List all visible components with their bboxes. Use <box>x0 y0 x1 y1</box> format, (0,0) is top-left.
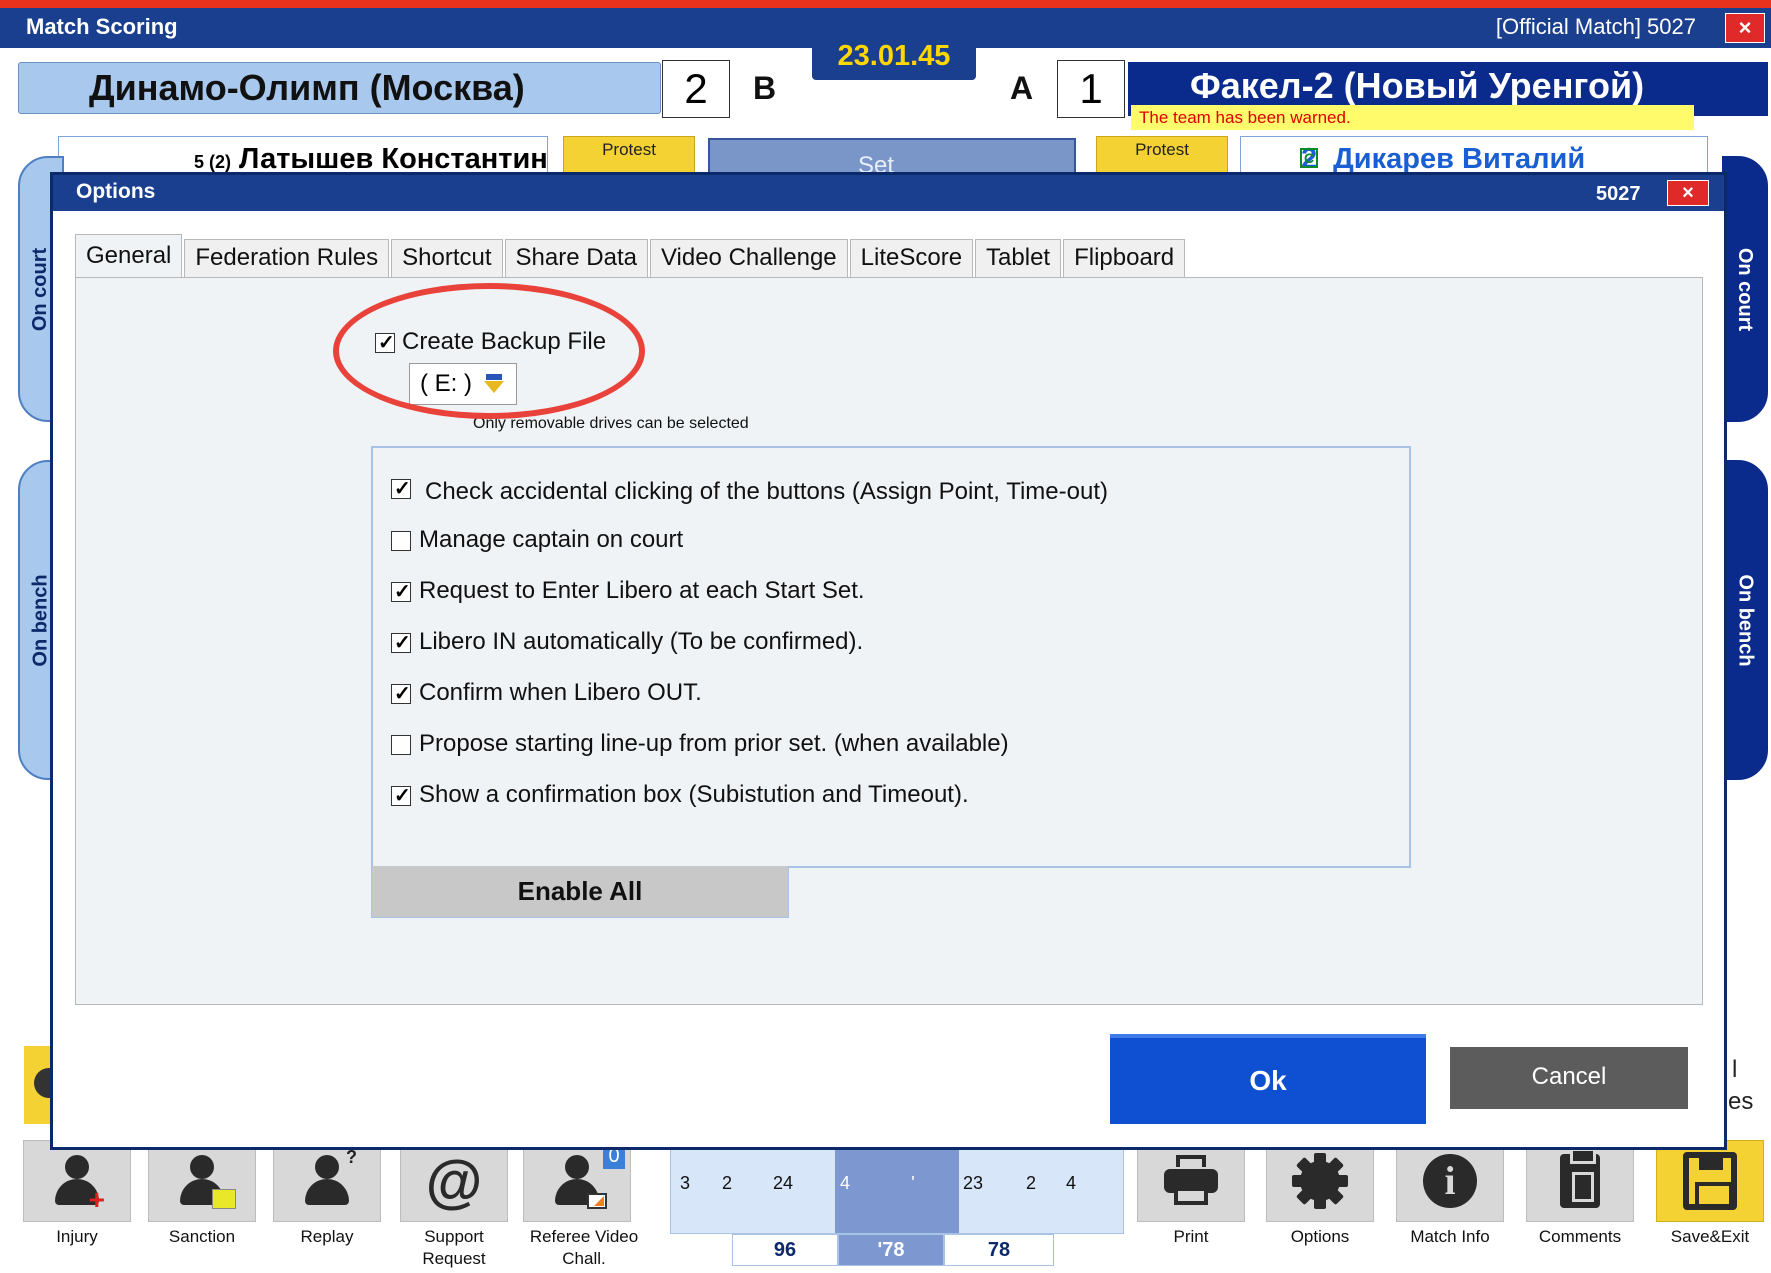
on-bench-label: On bench <box>1734 573 1757 667</box>
team-left-sets-score: 2 <box>662 60 730 118</box>
captain-icon: C <box>1300 148 1318 168</box>
grid-cell: ' <box>911 1173 915 1193</box>
print-label: Print <box>1173 1227 1209 1246</box>
team-right-sets-score: 1 <box>1057 60 1125 118</box>
sanction-label: Sanction <box>168 1227 236 1246</box>
option-label: Confirm when Libero OUT. <box>419 679 702 706</box>
replay-button[interactable]: ? <box>273 1140 381 1222</box>
player-left-number: 5 (2) <box>194 152 232 172</box>
comments-label: Comments <box>1538 1227 1622 1246</box>
tab-federation-rules[interactable]: Federation Rules <box>184 239 390 277</box>
injury-button[interactable]: + <box>23 1140 131 1222</box>
dialog-close-button[interactable]: × <box>1667 180 1709 206</box>
cancel-button[interactable]: Cancel <box>1450 1047 1688 1109</box>
option-checkbox[interactable] <box>391 783 411 808</box>
options-dialog: Options 5027 × General Federation Rules Sh… <box>50 172 1727 1150</box>
score-totals: 96'78 78 <box>732 1234 1054 1266</box>
option-checkbox[interactable] <box>391 681 411 706</box>
annotation-red-circle <box>333 283 645 419</box>
dialog-match-number: 5027 <box>1596 183 1641 205</box>
team-left-side: B <box>753 70 777 106</box>
floppy-disk-icon <box>1683 1152 1737 1210</box>
options-tabs: General Federation Rules Shortcut Share Dat… <box>75 234 1187 278</box>
protest-button-left[interactable]: Protest <box>563 136 695 176</box>
option-label: Propose starting line-up from prior set.… <box>419 730 1009 757</box>
comments-button[interactable] <box>1526 1140 1634 1222</box>
app-close-button[interactable]: × <box>1725 13 1765 43</box>
team-right-side: A <box>1010 70 1034 106</box>
tab-video-challenge[interactable]: Video Challenge <box>649 239 848 277</box>
grid-cell: 3 <box>679 1173 690 1193</box>
grid-cell: 4 <box>1065 1173 1076 1193</box>
dialog-title: Options <box>76 180 156 203</box>
grid-cell: 2 <box>721 1173 732 1193</box>
gear-icon <box>1292 1153 1348 1209</box>
match-info-label: Match Info <box>1410 1227 1490 1246</box>
tab-share-data[interactable]: Share Data <box>504 239 648 277</box>
hidden-button-label-fragment: es <box>1728 1088 1754 1115</box>
replay-icon: ? <box>299 1147 357 1211</box>
grid-cell: 2 <box>1025 1173 1036 1193</box>
injury-label: Injury <box>56 1227 98 1246</box>
sanction-icon <box>174 1151 236 1211</box>
option-label: Libero IN automatically (To be confirmed… <box>419 628 864 655</box>
ok-button[interactable]: Ok <box>1110 1034 1426 1124</box>
injury-icon: + <box>49 1151 105 1214</box>
tab-general[interactable]: General <box>75 234 183 278</box>
grid-cell: 4 <box>839 1173 850 1193</box>
sanction-button[interactable] <box>148 1140 256 1222</box>
app-title: Match Scoring <box>26 14 178 39</box>
protest-button-right[interactable]: Protest <box>1096 136 1228 176</box>
tab-on-bench-right[interactable]: On bench <box>1722 460 1768 780</box>
tab-flipboard[interactable]: Flipboard <box>1063 239 1186 277</box>
referee-video-challenge-label: Referee Video Chall. <box>529 1227 639 1268</box>
option-label: Manage captain on court <box>419 526 684 553</box>
option-checkbox[interactable] <box>391 531 411 551</box>
replay-label: Replay <box>300 1227 354 1246</box>
score-total-cell: 78 <box>944 1234 1054 1266</box>
option-checkbox[interactable] <box>391 630 411 655</box>
player-left-name: Латышев Константин <box>239 143 548 175</box>
player-right-name: Дикарев Виталий <box>1333 143 1586 175</box>
printer-icon <box>1162 1155 1220 1207</box>
at-sign-icon: @ <box>425 1148 483 1214</box>
grid-cell: 23 <box>962 1173 984 1193</box>
team-left-name: Динамо-Олимп (Москва) <box>18 62 661 114</box>
option-checkbox[interactable] <box>391 476 411 501</box>
hidden-button-label-fragment: l <box>1732 1056 1738 1083</box>
print-button[interactable] <box>1137 1140 1245 1222</box>
enable-all-button[interactable]: Enable All <box>371 866 789 918</box>
top-red-strip <box>0 0 1771 8</box>
options-group: Check accidental clicking of the buttons… <box>371 446 1411 868</box>
option-label: Check accidental clicking of the buttons… <box>425 478 1108 505</box>
match-timer: 23.01.45 <box>812 34 976 80</box>
option-label: Request to Enter Libero at each Start Se… <box>419 577 865 604</box>
support-request-label: Support Request <box>422 1227 486 1268</box>
on-court-label: On court <box>1734 247 1757 331</box>
support-request-button[interactable]: @ <box>400 1140 508 1222</box>
option-label: Show a confirmation box (Subistution and… <box>419 781 969 808</box>
save-exit-button[interactable] <box>1656 1140 1764 1222</box>
grid-cell: 24 <box>772 1173 794 1193</box>
tab-litescore[interactable]: LiteScore <box>849 239 974 277</box>
save-exit-label: Save&Exit <box>1670 1227 1750 1246</box>
official-match-label: [Official Match] 5027 <box>1495 14 1696 39</box>
option-checkbox[interactable] <box>391 735 411 755</box>
match-info-button[interactable]: i <box>1396 1140 1504 1222</box>
info-icon: i <box>1423 1154 1477 1208</box>
options-label: Options <box>1290 1227 1350 1246</box>
options-button[interactable] <box>1266 1140 1374 1222</box>
score-total-cell: 96 <box>732 1234 838 1266</box>
tab-on-court-right[interactable]: On court <box>1722 156 1768 422</box>
video-challenge-icon <box>549 1151 607 1211</box>
dialog-title-bar: Options 5027 × <box>53 175 1724 211</box>
team-warning-banner: The team has been warned. <box>1131 105 1694 130</box>
score-total-cell: '78 <box>838 1234 944 1266</box>
tab-tablet[interactable]: Tablet <box>975 239 1062 277</box>
clipboard-icon <box>1560 1148 1600 1208</box>
tab-shortcut[interactable]: Shortcut <box>391 239 503 277</box>
option-checkbox[interactable] <box>391 579 411 604</box>
